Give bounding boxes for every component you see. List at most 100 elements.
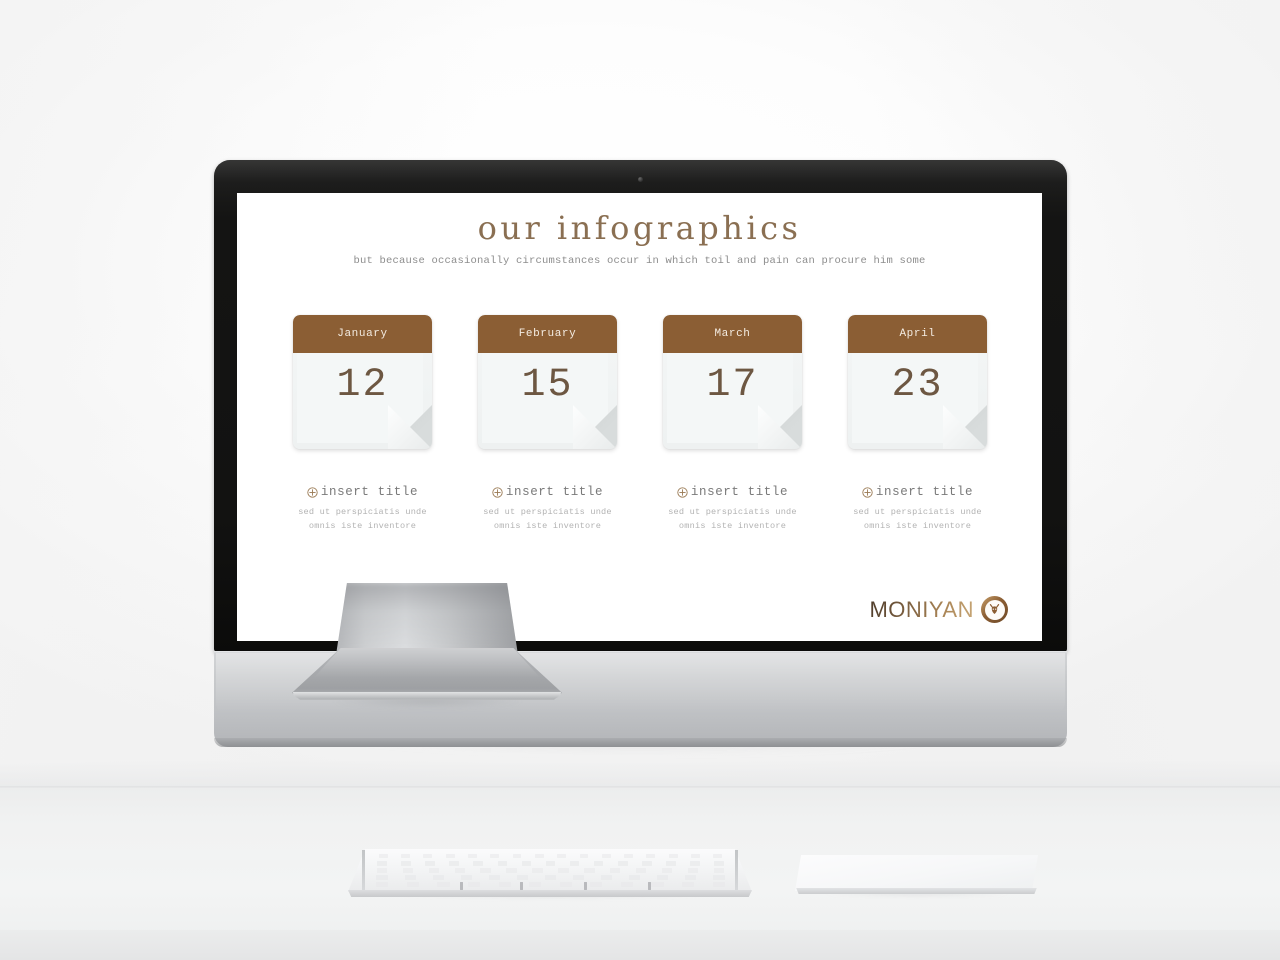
- brand-logo: MONIYAN: [869, 596, 1008, 623]
- keyboard-key[interactable]: [498, 882, 511, 887]
- keyboard-key[interactable]: [378, 854, 388, 858]
- keyboard-key[interactable]: [610, 868, 621, 873]
- keyboard-key[interactable]: [516, 875, 529, 880]
- keyboard-key[interactable]: [432, 875, 444, 880]
- keyboard-key[interactable]: [558, 868, 569, 873]
- keyboard-key[interactable]: [682, 882, 695, 887]
- keyboard-key[interactable]: [445, 854, 455, 858]
- trackpad[interactable]: [795, 855, 1038, 899]
- calendar-card[interactable]: April 23: [848, 315, 987, 449]
- calendar-card-item[interactable]: February 15 insert title sed ut perspici…: [470, 315, 625, 533]
- keyboard-key[interactable]: [685, 875, 697, 880]
- calendar-card-body: 23: [848, 353, 987, 449]
- keyboard-key[interactable]: [713, 868, 725, 873]
- keyboard-key[interactable]: [376, 882, 389, 887]
- keyboard-key[interactable]: [713, 875, 725, 880]
- keyboard-key[interactable]: [488, 875, 500, 880]
- keyboard[interactable]: [348, 849, 752, 899]
- calendar-card-item[interactable]: April 23 insert title sed ut perspiciati…: [840, 315, 995, 533]
- monitor-screen: our infographics but because occasionall…: [237, 193, 1042, 641]
- keyboard-key[interactable]: [559, 882, 572, 887]
- keyboard-key[interactable]: [467, 882, 481, 887]
- keyboard-key[interactable]: [437, 882, 450, 887]
- keyboard-key-wide[interactable]: [584, 882, 587, 890]
- caption-title-row[interactable]: insert title: [862, 485, 973, 499]
- trackpad-surface[interactable]: [795, 855, 1038, 891]
- calendar-month-label: March: [714, 328, 751, 340]
- keyboard-key[interactable]: [454, 868, 465, 873]
- calendar-card-item[interactable]: January 12 insert title sed ut perspicia…: [285, 315, 440, 533]
- keyboard-key[interactable]: [480, 868, 491, 873]
- caption-title-row[interactable]: insert title: [677, 485, 788, 499]
- keyboard-key[interactable]: [590, 882, 603, 887]
- keyboard-key[interactable]: [497, 861, 508, 866]
- keyboard-key[interactable]: [467, 854, 477, 858]
- keyboard-key[interactable]: [714, 861, 724, 866]
- keyboard-key[interactable]: [668, 854, 678, 858]
- keyboard-key-wide[interactable]: [460, 882, 463, 890]
- keyboard-key[interactable]: [423, 854, 433, 858]
- keyboard-key[interactable]: [376, 875, 388, 880]
- keyboard-key[interactable]: [661, 868, 673, 873]
- keyboard-key[interactable]: [404, 875, 416, 880]
- keyboard-key[interactable]: [428, 868, 439, 873]
- keyboard-key[interactable]: [651, 882, 664, 887]
- calendar-card-item[interactable]: March 17 insert title sed ut perspiciati…: [655, 315, 810, 533]
- keyboard-key[interactable]: [579, 854, 589, 858]
- keyboard-key[interactable]: [460, 875, 472, 880]
- keyboard-key[interactable]: [406, 882, 419, 887]
- keyboard-key[interactable]: [601, 854, 611, 858]
- keyboard-key[interactable]: [569, 861, 580, 866]
- keyboard-key[interactable]: [666, 861, 676, 866]
- keyboard-key[interactable]: [713, 854, 723, 858]
- keyboard-key[interactable]: [545, 861, 556, 866]
- caption-body-text: sed ut perspiciatis unde omnis iste inve…: [298, 507, 427, 531]
- logo-wordmark: MONIYAN: [869, 596, 974, 622]
- keyboard-key[interactable]: [529, 882, 542, 887]
- caption-title-row[interactable]: insert title: [307, 485, 418, 499]
- keyboard-key-wide[interactable]: [648, 882, 651, 890]
- keyboard-key[interactable]: [691, 854, 700, 858]
- caption-title-row[interactable]: insert title: [492, 485, 603, 499]
- keyboard-key[interactable]: [534, 854, 544, 858]
- keyboard-key[interactable]: [657, 875, 669, 880]
- keyboard-key[interactable]: [402, 868, 414, 873]
- keyboard-key[interactable]: [646, 854, 656, 858]
- keyboard-key[interactable]: [624, 854, 634, 858]
- keyboard-key[interactable]: [401, 861, 411, 866]
- keyboard-key[interactable]: [572, 875, 585, 880]
- keyboard-key[interactable]: [490, 854, 500, 858]
- keyboard-key[interactable]: [601, 875, 613, 880]
- keyboard-key[interactable]: [401, 854, 410, 858]
- keyboard-keys[interactable]: [348, 849, 752, 892]
- keyboard-key-wide[interactable]: [520, 882, 523, 890]
- keyboard-key[interactable]: [376, 868, 388, 873]
- keyboard-key[interactable]: [557, 854, 567, 858]
- keyboard-key[interactable]: [532, 868, 543, 873]
- keyboard-key[interactable]: [544, 875, 557, 880]
- keyboard-key[interactable]: [617, 861, 628, 866]
- keyboard-key[interactable]: [636, 868, 647, 873]
- keyboard-key[interactable]: [593, 861, 604, 866]
- calendar-card[interactable]: January 12: [293, 315, 432, 449]
- keyboard-key[interactable]: [506, 868, 517, 873]
- keyboard-key[interactable]: [641, 861, 652, 866]
- keyboard-key[interactable]: [620, 882, 634, 887]
- keyboard-key[interactable]: [449, 861, 460, 866]
- keyboard-key[interactable]: [690, 861, 700, 866]
- monitor-stand-neck-shade: [336, 583, 518, 655]
- keyboard-key[interactable]: [687, 868, 699, 873]
- keyboard-key[interactable]: [512, 854, 522, 858]
- keyboard-key[interactable]: [425, 861, 435, 866]
- keyboard-key[interactable]: [584, 868, 595, 873]
- keyboard-key[interactable]: [712, 882, 725, 887]
- keyboard-key[interactable]: [377, 861, 387, 866]
- desk-front-face: [0, 930, 1280, 960]
- keyboard-key[interactable]: [521, 861, 532, 866]
- keyboard-key[interactable]: [473, 861, 484, 866]
- keyboard-front-edge: [348, 890, 752, 897]
- calendar-card[interactable]: March 17: [663, 315, 802, 449]
- deer-head-badge-icon: [981, 596, 1008, 623]
- keyboard-key[interactable]: [629, 875, 641, 880]
- calendar-card[interactable]: February 15: [478, 315, 617, 449]
